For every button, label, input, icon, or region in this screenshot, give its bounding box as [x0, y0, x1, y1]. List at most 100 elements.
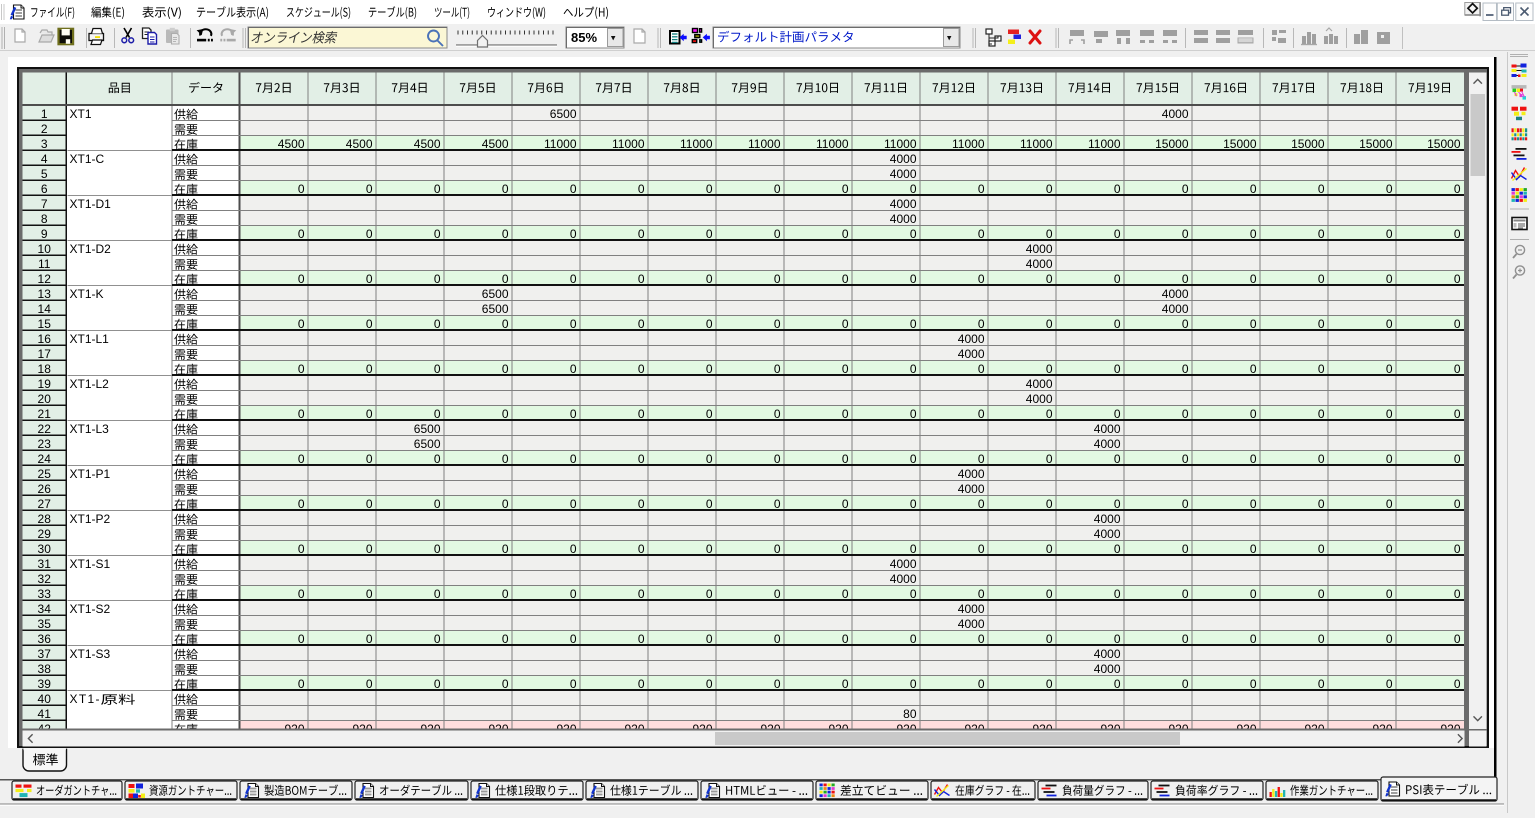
svg-text:17: 17: [38, 347, 52, 361]
svg-text:0: 0: [366, 452, 373, 466]
svg-text:0: 0: [978, 227, 985, 241]
svg-text:XT1-: XT1-: [70, 692, 100, 706]
svg-text:0: 0: [1386, 407, 1393, 421]
svg-text:0: 0: [1454, 452, 1461, 466]
svg-text:0: 0: [434, 362, 441, 376]
svg-text:23: 23: [38, 437, 52, 451]
svg-text:0: 0: [910, 542, 917, 556]
svg-text:4000: 4000: [890, 212, 917, 226]
svg-text:19: 19: [38, 377, 52, 391]
svg-text:0: 0: [298, 182, 305, 196]
svg-text:0: 0: [502, 182, 509, 196]
svg-text:4000: 4000: [1162, 302, 1189, 316]
svg-text:0: 0: [774, 542, 781, 556]
svg-text:0: 0: [1250, 677, 1257, 691]
svg-text:0: 0: [842, 362, 849, 376]
svg-text:0: 0: [1318, 542, 1325, 556]
svg-text:0: 0: [434, 272, 441, 286]
svg-text:0: 0: [978, 317, 985, 331]
svg-text:XT1-S3: XT1-S3: [70, 647, 111, 661]
svg-text:0: 0: [570, 317, 577, 331]
svg-text:0: 0: [434, 497, 441, 511]
svg-text:24: 24: [38, 452, 52, 466]
svg-text:4000: 4000: [890, 557, 917, 571]
svg-text:0: 0: [1182, 677, 1189, 691]
svg-text:18: 18: [38, 362, 52, 376]
svg-text:0: 0: [366, 677, 373, 691]
svg-text:4000: 4000: [1026, 377, 1053, 391]
svg-text:0: 0: [1182, 362, 1189, 376]
svg-text:0: 0: [978, 272, 985, 286]
svg-text:0: 0: [1046, 407, 1053, 421]
svg-text:4000: 4000: [890, 152, 917, 166]
svg-text:10: 10: [38, 242, 52, 256]
svg-text:0: 0: [842, 677, 849, 691]
svg-text:32: 32: [38, 572, 52, 586]
svg-text:0: 0: [298, 407, 305, 421]
svg-text:14: 14: [38, 302, 52, 316]
svg-text:0: 0: [502, 632, 509, 646]
svg-text:4500: 4500: [414, 137, 441, 151]
svg-text:15000: 15000: [1223, 137, 1257, 151]
svg-text:11: 11: [38, 257, 51, 271]
svg-text:4000: 4000: [958, 347, 985, 361]
svg-text:0: 0: [842, 182, 849, 196]
svg-text:0: 0: [1386, 227, 1393, 241]
svg-text:0: 0: [570, 362, 577, 376]
svg-text:XT1-K: XT1-K: [70, 287, 104, 301]
svg-text:0: 0: [1046, 587, 1053, 601]
svg-text:0: 0: [434, 677, 441, 691]
svg-text:0: 0: [842, 317, 849, 331]
svg-text:0: 0: [298, 452, 305, 466]
svg-text:29: 29: [38, 527, 52, 541]
svg-text:0: 0: [1114, 452, 1121, 466]
svg-text:0: 0: [570, 542, 577, 556]
svg-text:34: 34: [38, 602, 52, 616]
svg-text:0: 0: [570, 587, 577, 601]
svg-text:0: 0: [1046, 362, 1053, 376]
svg-text:0: 0: [502, 452, 509, 466]
svg-text:15000: 15000: [1291, 137, 1325, 151]
svg-text:0: 0: [1318, 452, 1325, 466]
svg-text:0: 0: [1114, 542, 1121, 556]
svg-text:0: 0: [570, 677, 577, 691]
svg-text:0: 0: [1318, 587, 1325, 601]
svg-text:0: 0: [1318, 182, 1325, 196]
svg-text:0: 0: [298, 587, 305, 601]
svg-text:36: 36: [38, 632, 52, 646]
svg-text:0: 0: [1386, 632, 1393, 646]
svg-text:0: 0: [1386, 362, 1393, 376]
svg-text:21: 21: [38, 407, 52, 421]
svg-text:15000: 15000: [1427, 137, 1461, 151]
svg-text:0: 0: [434, 632, 441, 646]
svg-text:0: 0: [502, 542, 509, 556]
svg-text:0: 0: [1182, 182, 1189, 196]
svg-text:0: 0: [638, 362, 645, 376]
svg-text:0: 0: [706, 407, 713, 421]
svg-text:4000: 4000: [890, 167, 917, 181]
svg-text:0: 0: [978, 677, 985, 691]
svg-text:20: 20: [38, 392, 52, 406]
svg-text:0: 0: [1114, 182, 1121, 196]
svg-text:XT1-P1: XT1-P1: [70, 467, 111, 481]
svg-text:0: 0: [1454, 407, 1461, 421]
svg-text:0: 0: [1250, 632, 1257, 646]
svg-text:0: 0: [434, 227, 441, 241]
svg-text:0: 0: [842, 407, 849, 421]
svg-text:37: 37: [38, 647, 52, 661]
svg-text:0: 0: [1114, 587, 1121, 601]
svg-text:0: 0: [774, 632, 781, 646]
svg-text:0: 0: [1386, 452, 1393, 466]
svg-text:30: 30: [38, 542, 52, 556]
svg-text:0: 0: [1318, 362, 1325, 376]
svg-text:0: 0: [366, 497, 373, 511]
svg-text:XT1-S2: XT1-S2: [70, 602, 111, 616]
svg-text:4000: 4000: [958, 617, 985, 631]
svg-text:0: 0: [1046, 317, 1053, 331]
svg-text:4500: 4500: [278, 137, 305, 151]
svg-text:0: 0: [774, 407, 781, 421]
svg-text:0: 0: [1318, 407, 1325, 421]
svg-text:0: 0: [298, 542, 305, 556]
svg-text:0: 0: [978, 497, 985, 511]
svg-text:11000: 11000: [952, 137, 985, 151]
